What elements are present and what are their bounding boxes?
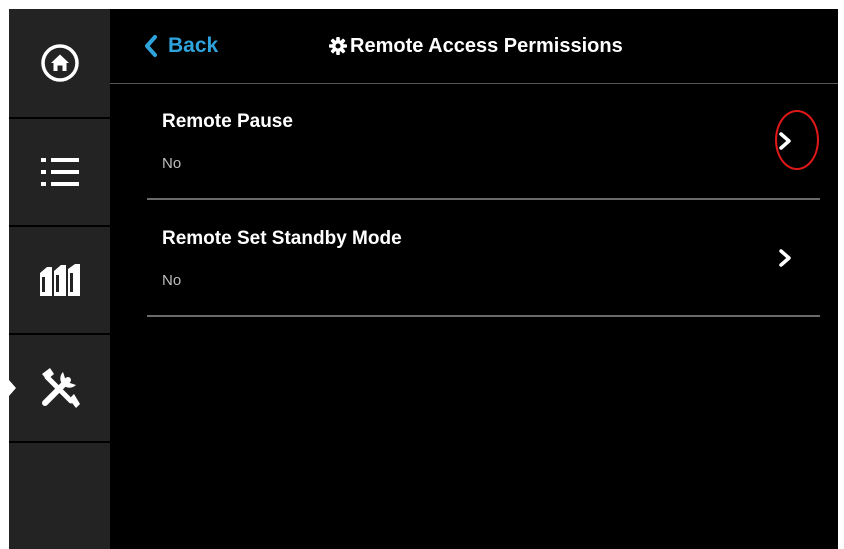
sidebar-item-empty [9, 443, 110, 549]
gear-icon [329, 37, 347, 55]
sidebar-item-list[interactable] [9, 119, 110, 227]
permission-label: Remote Pause [162, 111, 293, 132]
permission-value: No [162, 272, 182, 289]
back-button[interactable]: Back [144, 29, 218, 63]
tools-icon [41, 368, 80, 408]
sidebar-item-tools[interactable] [9, 335, 110, 443]
chevron-left-icon [145, 35, 157, 57]
back-label: Back [168, 34, 219, 57]
permission-row-remote-standby[interactable]: Remote Set Standby Mode No [147, 200, 820, 317]
permission-value: No [162, 155, 182, 172]
page-title-text: Remote Access Permissions [350, 34, 623, 57]
chevron-right-icon[interactable] [775, 248, 795, 268]
sidebar-item-cartridges[interactable] [9, 227, 110, 335]
permission-row-remote-pause[interactable]: Remote Pause No [147, 83, 820, 200]
page-title: Remote Access Permissions [329, 29, 623, 63]
main-panel: Back Remote Access Permissions Remote Pa… [110, 9, 838, 549]
cartridges-icon [39, 264, 80, 296]
highlight-annotation [775, 110, 819, 170]
header-bar: Back Remote Access Permissions [110, 9, 838, 84]
device-screen: Back Remote Access Permissions Remote Pa… [9, 9, 838, 549]
permission-label: Remote Set Standby Mode [162, 228, 402, 249]
sidebar [9, 9, 110, 549]
sidebar-item-home[interactable] [9, 9, 110, 119]
active-indicator [9, 380, 16, 396]
list-icon [40, 158, 79, 186]
home-icon [40, 44, 79, 82]
